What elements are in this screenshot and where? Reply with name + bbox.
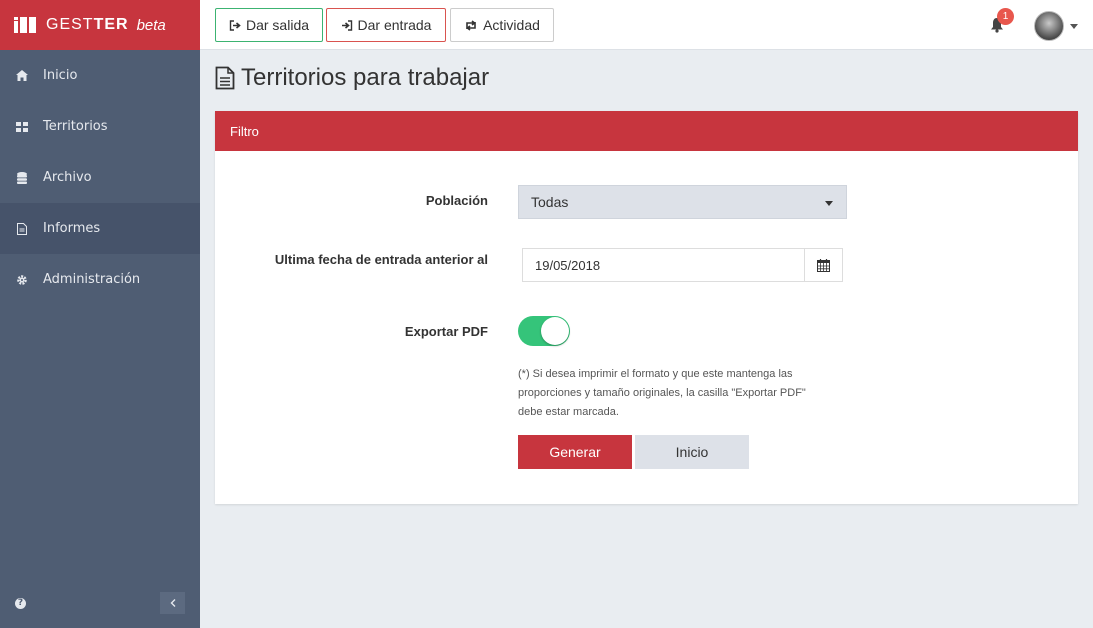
gear-icon [16,274,28,286]
avatar[interactable] [1034,11,1064,41]
toggle-knob [541,317,569,345]
inicio-button[interactable]: Inicio [635,435,749,469]
file-icon [16,222,28,235]
exportar-pdf-label: Exportar PDF [404,324,488,339]
sidebar-item-label: Archivo [43,170,92,185]
sidebar-item-label: Inicio [43,68,78,83]
pdf-note: (*) Si desea imprimir el formato y que e… [518,368,806,418]
database-icon [16,171,28,184]
home-icon [16,70,28,82]
page-title-text: Territorios para trabajar [241,64,490,91]
sidebar-item-label: Informes [43,221,101,236]
dar-salida-button[interactable]: Dar salida [215,8,323,42]
sign-out-icon [229,19,241,31]
sidebar: GESTTER beta Inicio Territorios Archivo [0,0,200,628]
poblacion-selected-value: Todas [531,194,569,210]
page-title: Territorios para trabajar [215,64,489,92]
retweet-icon [466,19,476,31]
topbar: Dar salida Dar entrada Actividad 1 [200,0,1093,50]
filter-panel: Filtro Población Todas Ultima fecha de e… [215,111,1078,504]
sidebar-item-inicio[interactable]: Inicio [0,50,200,101]
logo-icon [14,17,36,33]
sidebar-footer: ? [15,592,185,614]
brand-beta: beta [136,16,166,34]
brand-header[interactable]: GESTTER beta [0,0,200,50]
fecha-label: Ultima fecha de entrada anterior al [274,252,488,267]
sidebar-item-label: Territorios [43,119,108,134]
sidebar-item-territorios[interactable]: Territorios [0,101,200,152]
exportar-pdf-toggle[interactable] [518,316,570,346]
sidebar-item-informes[interactable]: Informes [0,203,200,254]
fecha-input-group: 19/05/2018 [522,248,843,282]
help-icon[interactable]: ? [15,597,26,609]
poblacion-select[interactable]: Todas [518,185,847,219]
document-icon [215,66,235,90]
generar-button[interactable]: Generar [518,435,632,469]
collapse-sidebar-button[interactable] [160,592,185,614]
grid-icon [16,121,28,133]
calendar-icon [817,258,830,272]
notification-badge[interactable]: 1 [997,8,1014,25]
sidebar-menu: Inicio Territorios Archivo Informes Admi… [0,50,200,305]
sign-in-icon [341,19,352,31]
sidebar-item-administracion[interactable]: Administración [0,254,200,305]
fecha-input[interactable]: 19/05/2018 [523,249,804,281]
sidebar-item-archivo[interactable]: Archivo [0,152,200,203]
chevron-left-icon [170,599,175,607]
calendar-button[interactable] [804,249,842,281]
sidebar-item-label: Administración [43,272,141,287]
dar-entrada-button[interactable]: Dar entrada [326,8,446,42]
chevron-down-icon[interactable] [1070,24,1078,29]
panel-heading: Filtro [215,111,1078,151]
poblacion-label: Población [425,193,488,208]
actividad-button[interactable]: Actividad [450,8,554,42]
brand-title: GESTTER [46,16,129,33]
chevron-down-icon [825,201,833,206]
